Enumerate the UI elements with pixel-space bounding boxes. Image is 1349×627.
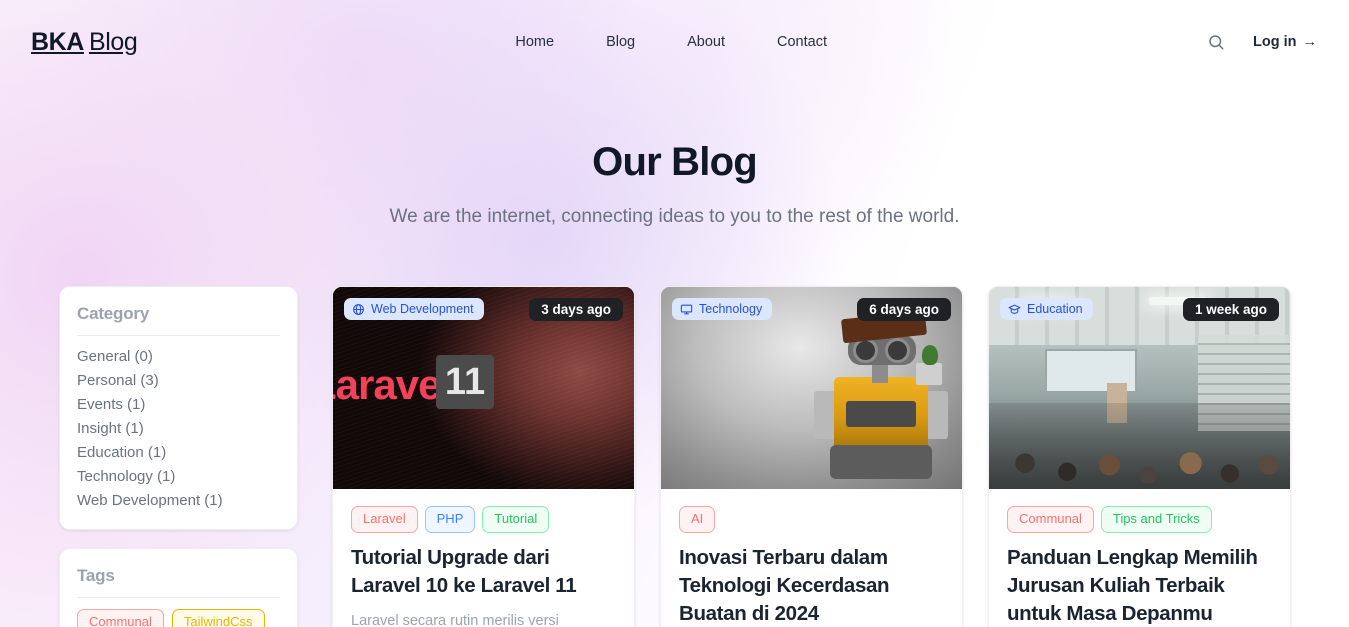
- post-excerpt: Laravel secara rutin merilis versi: [351, 613, 559, 627]
- post-thumbnail: Laravel 11 Web Development 3 days ago: [333, 287, 634, 489]
- nav-link-about[interactable]: About: [661, 26, 751, 58]
- post-card[interactable]: Technology 6 days ago AI Inovasi Terbaru…: [660, 286, 963, 627]
- post-body: AI Inovasi Terbaru dalam Teknologi Kecer…: [661, 489, 962, 627]
- post-time-badge: 3 days ago: [529, 298, 623, 321]
- category-panel-title: Category: [77, 304, 280, 336]
- post-thumbnail: Education 1 week ago: [989, 287, 1290, 489]
- sidebar-item-personal[interactable]: Personal (3): [77, 369, 280, 393]
- primary-navigation: Home Blog About Contact: [489, 26, 853, 58]
- post-card[interactable]: Laravel 11 Web Development 3 days ago: [332, 286, 635, 627]
- post-time-badge: 1 week ago: [1182, 298, 1279, 321]
- post-category-badge[interactable]: Technology: [672, 298, 773, 320]
- sidebar-item-technology[interactable]: Technology (1): [77, 465, 280, 489]
- logo-light-text: Blog: [88, 27, 138, 56]
- nav-link-blog[interactable]: Blog: [580, 26, 661, 58]
- sidebar: Category General (0) Personal (3) Events…: [59, 286, 298, 627]
- post-tag-ai[interactable]: AI: [679, 506, 716, 533]
- category-list: General (0) Personal (3) Events (1) Insi…: [77, 345, 280, 513]
- post-tags: Communal Tips and Tricks: [1007, 506, 1272, 533]
- logo-bold-text: BKA: [31, 27, 84, 56]
- monitor-icon: [680, 303, 693, 316]
- search-icon[interactable]: [1205, 31, 1227, 53]
- hero-section: Our Blog We are the internet, connecting…: [0, 84, 1349, 228]
- sidebar-item-insight[interactable]: Insight (1): [77, 417, 280, 441]
- post-card[interactable]: Education 1 week ago Communal Tips and T…: [988, 286, 1291, 627]
- sidebar-tag-communal[interactable]: Communal: [77, 609, 164, 627]
- nav-link-home[interactable]: Home: [489, 26, 580, 58]
- artwork-laravel-wordmark: Laravel: [333, 361, 452, 408]
- post-body: Laravel PHP Tutorial Tutorial Upgrade da…: [333, 489, 634, 627]
- content-area: Category General (0) Personal (3) Events…: [0, 286, 1349, 627]
- post-tags: Laravel PHP Tutorial: [351, 506, 616, 533]
- post-tag-communal[interactable]: Communal: [1007, 506, 1094, 533]
- post-title[interactable]: Panduan Lengkap Memilih Jurusan Kuliah T…: [1007, 544, 1272, 627]
- login-label: Log in: [1252, 34, 1297, 50]
- sidebar-item-education[interactable]: Education (1): [77, 441, 280, 465]
- post-tag-laravel[interactable]: Laravel: [351, 506, 418, 533]
- post-tag-tips-and-tricks[interactable]: Tips and Tricks: [1100, 506, 1212, 533]
- post-thumbnail: Technology 6 days ago: [661, 287, 962, 489]
- sidebar-tag-tailwindcss[interactable]: TailwindCss: [171, 609, 265, 627]
- post-category-label: Technology: [699, 302, 763, 316]
- sidebar-item-general[interactable]: General (0): [77, 345, 280, 369]
- site-logo[interactable]: BKA Blog: [31, 27, 138, 57]
- post-category-badge[interactable]: Web Development: [344, 298, 484, 320]
- navbar: BKA Blog Home Blog About Contact Log in →: [0, 0, 1349, 84]
- arrow-right-icon: →: [1302, 34, 1317, 50]
- post-tag-tutorial[interactable]: Tutorial: [482, 506, 550, 533]
- sidebar-item-events[interactable]: Events (1): [77, 393, 280, 417]
- sidebar-item-web-development[interactable]: Web Development (1): [77, 489, 280, 513]
- artwork-version-badge: 11: [436, 355, 494, 409]
- tags-panel-title: Tags: [77, 566, 280, 598]
- navbar-right-actions: Log in →: [1205, 31, 1317, 53]
- post-category-label: Web Development: [371, 302, 474, 316]
- login-link[interactable]: Log in →: [1253, 34, 1317, 50]
- tags-list: Communal TailwindCss: [77, 607, 280, 627]
- graduation-cap-icon: [1008, 303, 1021, 316]
- globe-icon: [352, 303, 365, 316]
- post-tags: AI: [679, 506, 944, 533]
- post-time-badge: 6 days ago: [857, 298, 951, 321]
- post-title[interactable]: Tutorial Upgrade dari Laravel 10 ke Lara…: [351, 544, 616, 601]
- post-title[interactable]: Inovasi Terbaru dalam Teknologi Kecerdas…: [679, 544, 944, 627]
- post-tag-php[interactable]: PHP: [424, 506, 476, 533]
- post-category-badge[interactable]: Education: [1000, 298, 1093, 320]
- page-title: Our Blog: [592, 140, 758, 184]
- category-panel: Category General (0) Personal (3) Events…: [59, 286, 298, 530]
- nav-link-contact[interactable]: Contact: [751, 26, 853, 58]
- tags-panel: Tags Communal TailwindCss: [59, 548, 298, 627]
- post-body: Communal Tips and Tricks Panduan Lengkap…: [989, 489, 1290, 627]
- page-subtitle: We are the internet, connecting ideas to…: [389, 206, 960, 227]
- post-grid: Laravel 11 Web Development 3 days ago: [332, 286, 1317, 627]
- post-category-label: Education: [1027, 302, 1083, 316]
